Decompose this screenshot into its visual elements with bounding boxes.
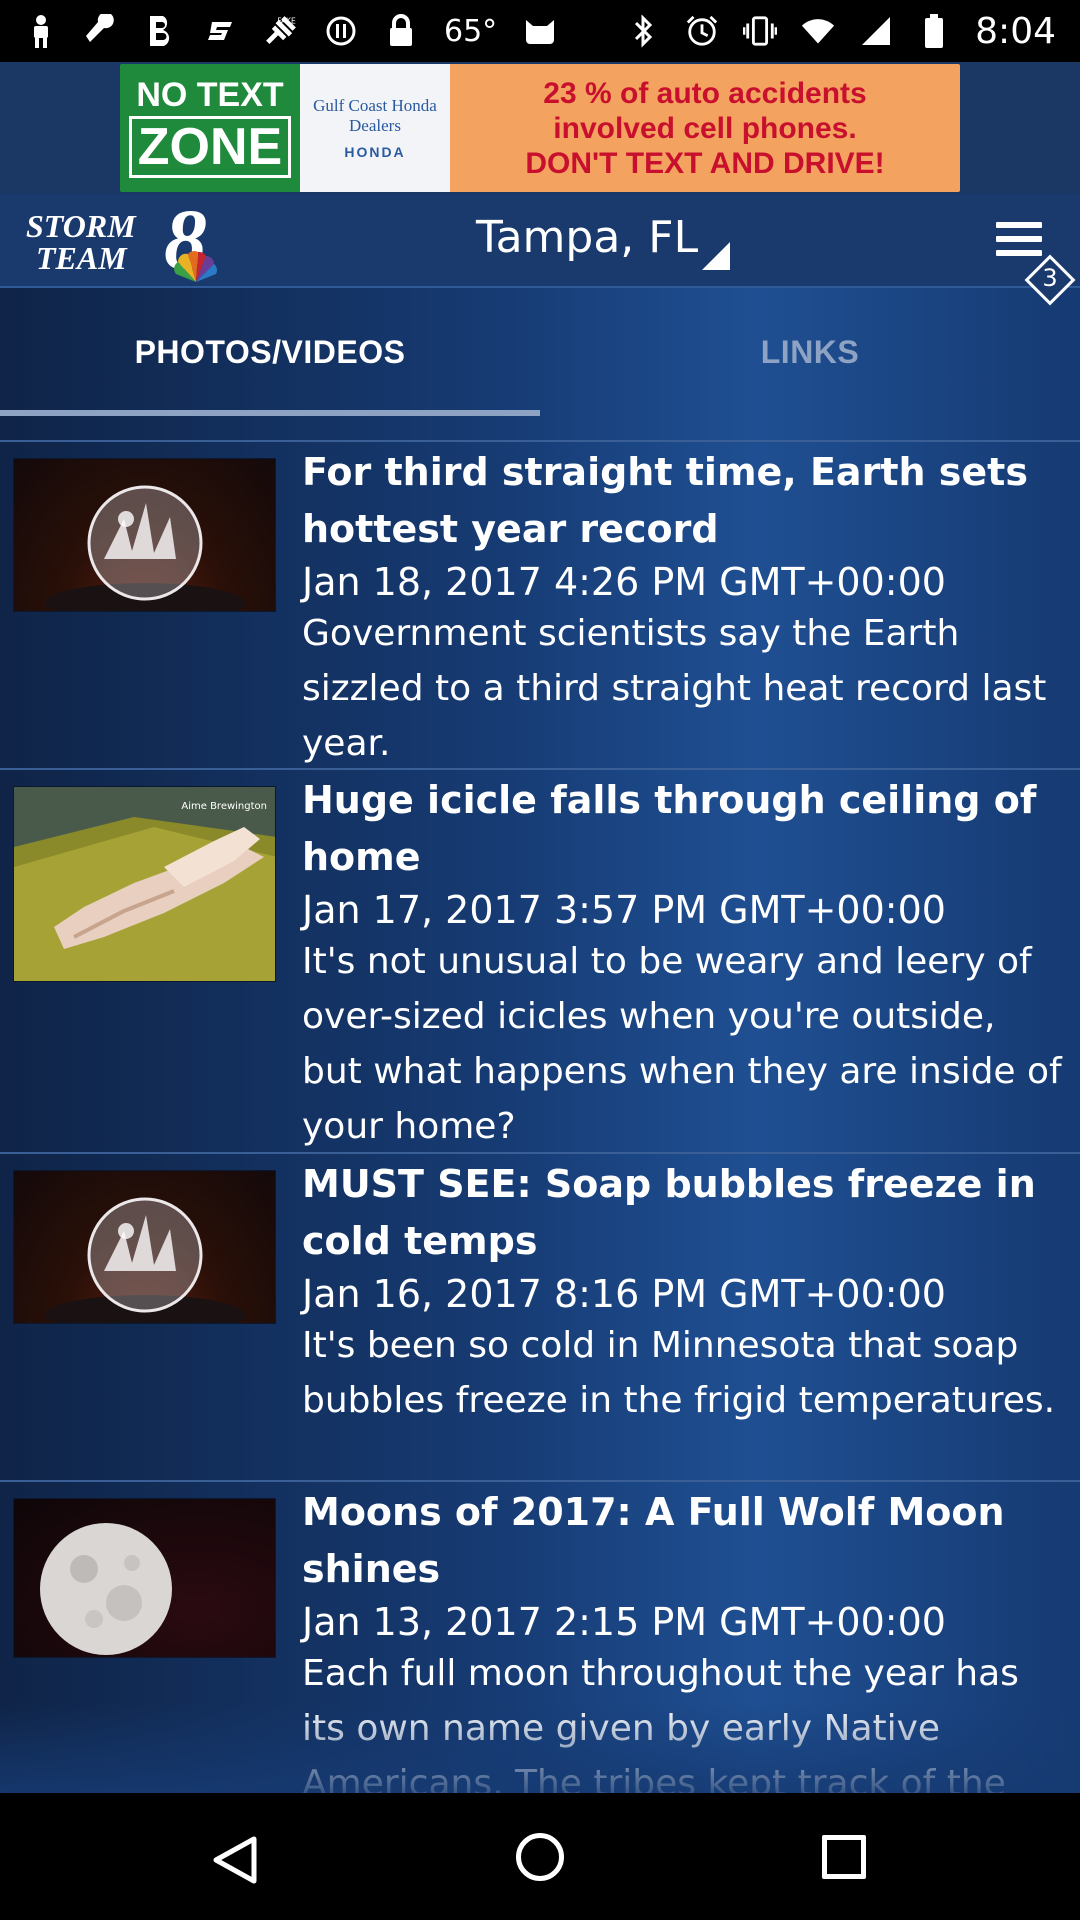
recent-apps-icon[interactable]: [822, 1835, 866, 1879]
battery-icon: [917, 14, 951, 48]
s-logo-icon: [204, 14, 238, 48]
wrench-icon: [84, 14, 118, 48]
logo-line2: TEAM: [36, 240, 127, 276]
article-description: It's been so cold in Minnesota that soap…: [302, 1325, 1056, 1421]
signal-icon: [859, 14, 893, 48]
ad-strip: NO TEXT ZONE Gulf Coast Honda Dealers HO…: [0, 62, 1080, 194]
icicle-image: Aime Brewington: [13, 786, 276, 982]
article-date: Jan 13, 2017 2:15 PM GMT+00:00: [302, 1600, 946, 1644]
status-right: 8:04: [627, 11, 1056, 52]
ad-dealer-text: Gulf Coast Honda Dealers: [313, 96, 437, 135]
status-bar: FAKE 65° 8:04: [0, 0, 1080, 62]
tab-links[interactable]: LINKS: [540, 288, 1080, 416]
bold-b-icon: [144, 14, 178, 48]
article-headline: Moons of 2017: A Full Wolf Moon shines: [302, 1490, 1005, 1591]
ad-message-panel: 23 % of auto accidents involved cell pho…: [450, 64, 960, 192]
vibrate-icon: [743, 14, 778, 48]
fake-gps-icon: FAKE: [264, 14, 298, 48]
clock-text: 8:04: [975, 10, 1056, 52]
frozen-bubble-image: [13, 458, 276, 612]
list-fade-overlay: [0, 1702, 1080, 1793]
ad-right-line3: DON'T TEXT AND DRIVE!: [525, 146, 885, 180]
peacock-icon: [174, 251, 217, 282]
app-header: STORM TEAM 8 Tampa, FL 3: [0, 194, 1080, 306]
article-content: MUST SEE: Soap bubbles freeze in cold te…: [302, 1156, 1066, 1428]
article-headline: MUST SEE: Soap bubbles freeze in cold te…: [302, 1162, 1036, 1263]
article-description: It's not unusual to be weary and leery o…: [302, 941, 1062, 1147]
menu-line: [996, 250, 1042, 256]
status-left: FAKE 65°: [24, 14, 557, 49]
cat-app-icon: [523, 14, 557, 48]
temperature-text: 65°: [444, 13, 498, 49]
lock-icon: [384, 14, 418, 48]
bluetooth-icon: [627, 14, 661, 48]
menu-line: [996, 236, 1042, 242]
article-headline: For third straight time, Earth sets hott…: [302, 450, 1028, 551]
active-tab-indicator: [0, 410, 540, 416]
thumb-caption: Aime Brewington: [181, 801, 267, 812]
svg-text:FAKE: FAKE: [277, 16, 296, 25]
ad-banner[interactable]: NO TEXT ZONE Gulf Coast Honda Dealers HO…: [120, 64, 960, 192]
location-selector[interactable]: Tampa, FL: [476, 212, 698, 263]
tab-bar: PHOTOS/VIDEOS LINKS: [0, 288, 1080, 416]
article-date: Jan 18, 2017 4:26 PM GMT+00:00: [302, 560, 946, 604]
ad-right-line1: 23 % of auto accidents: [543, 76, 867, 110]
ad-dealer-panel: Gulf Coast Honda Dealers HONDA: [300, 64, 450, 192]
list-item[interactable]: MUST SEE: Soap bubbles freeze in cold te…: [0, 1154, 1080, 1482]
ad-left-line1: NO TEXT: [136, 76, 284, 114]
ad-honda-logo: HONDA: [344, 143, 406, 160]
article-date: Jan 16, 2017 8:16 PM GMT+00:00: [302, 1272, 946, 1316]
alert-circle-icon: [324, 14, 358, 48]
article-headline: Huge icicle falls through ceiling of hom…: [302, 778, 1037, 879]
person-icon: [24, 14, 58, 48]
ad-right-line2: involved cell phones.: [553, 111, 857, 145]
back-icon[interactable]: [210, 1835, 260, 1885]
ad-no-text-zone: NO TEXT ZONE: [120, 64, 300, 192]
list-item[interactable]: Aime Brewington Huge icicle falls throug…: [0, 770, 1080, 1154]
tab-photos-videos[interactable]: PHOTOS/VIDEOS: [0, 288, 540, 416]
app-screen: NO TEXT ZONE Gulf Coast Honda Dealers HO…: [0, 62, 1080, 1793]
ad-left-line2: ZONE: [128, 116, 292, 178]
article-list: For third straight time, Earth sets hott…: [0, 440, 1080, 1793]
navigation-bar: [0, 1793, 1080, 1920]
dropdown-arrow-icon[interactable]: [702, 242, 730, 270]
frozen-bubble-image: [13, 1170, 276, 1324]
article-content: For third straight time, Earth sets hott…: [302, 444, 1066, 771]
home-icon[interactable]: [516, 1833, 564, 1881]
menu-line: [996, 222, 1042, 228]
menu-button[interactable]: [996, 222, 1042, 262]
wifi-icon: [801, 14, 835, 48]
article-description: Government scientists say the Earth sizz…: [302, 613, 1047, 764]
article-content: Huge icicle falls through ceiling of hom…: [302, 772, 1066, 1154]
full-moon-image: [13, 1498, 276, 1658]
article-date: Jan 17, 2017 3:57 PM GMT+00:00: [302, 888, 946, 932]
list-item[interactable]: For third straight time, Earth sets hott…: [0, 442, 1080, 770]
storm-team-8-logo[interactable]: STORM TEAM 8: [22, 196, 242, 284]
alarm-icon: [685, 14, 719, 48]
